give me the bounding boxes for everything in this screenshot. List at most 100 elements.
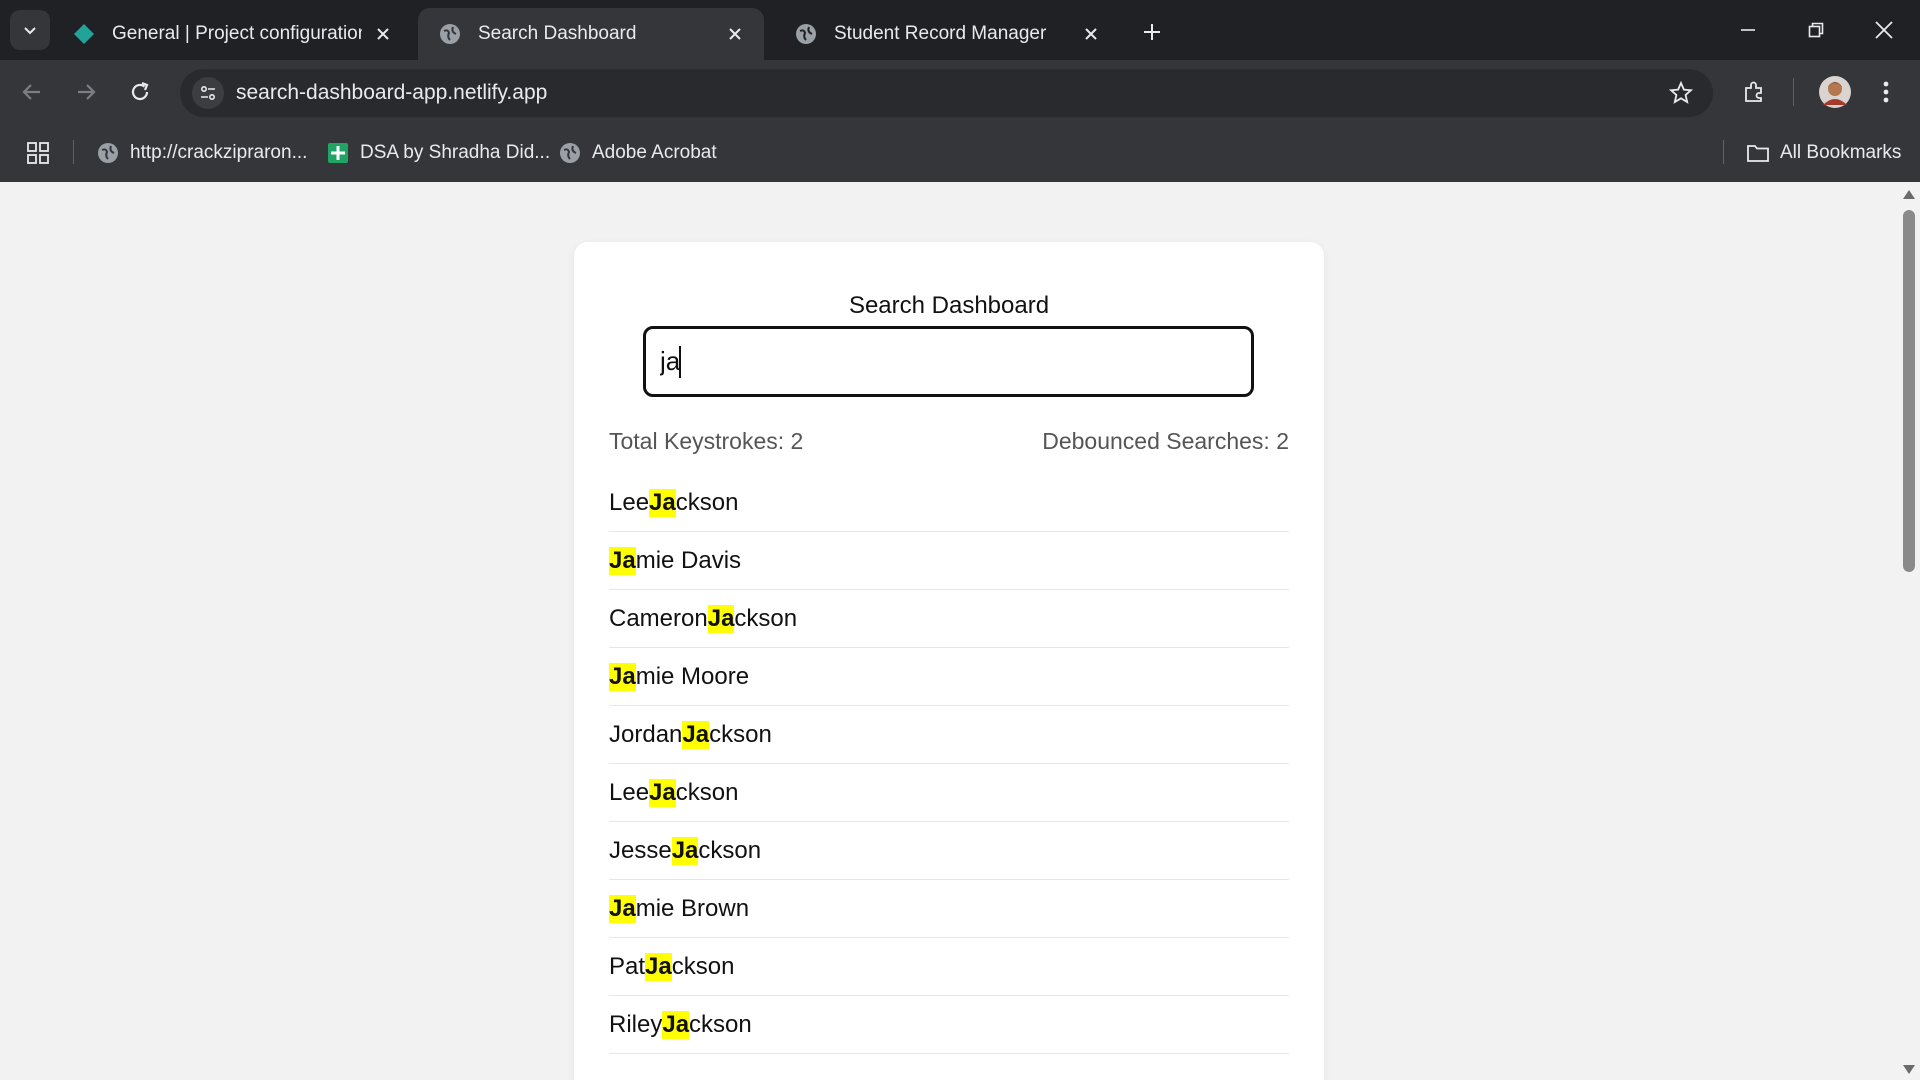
avatar-icon xyxy=(1819,76,1851,108)
bookmarks-divider xyxy=(73,140,74,164)
result-highlight: Ja xyxy=(662,1010,690,1039)
list-item: Ja mie Moore xyxy=(609,648,1289,706)
tab-strip: General | Project configuration | Search… xyxy=(0,0,1920,60)
scrollbar-thumb[interactable] xyxy=(1903,210,1915,572)
bookmarks-divider xyxy=(1723,140,1724,164)
search-input[interactable] xyxy=(643,326,1254,397)
result-highlight: Ja xyxy=(609,546,636,575)
result-post: mie Brown xyxy=(635,894,750,922)
result-post: mie Davis xyxy=(635,546,742,574)
bookmark-crackzipraron[interactable]: http://crackzipraron... xyxy=(96,138,307,168)
page-viewport: Search Dashboard Total Keystrokes: 2 Deb… xyxy=(0,182,1898,1080)
result-pre: Jordan xyxy=(609,720,683,748)
scroll-up-arrow-icon[interactable] xyxy=(1903,190,1915,199)
site-info-icon[interactable] xyxy=(192,77,224,109)
result-highlight: Ja xyxy=(682,720,710,749)
result-highlight: Ja xyxy=(649,488,676,517)
bookmarks-bar: http://crackzipraron... DSA by Shradha D… xyxy=(0,124,1920,182)
globe-icon xyxy=(558,141,582,165)
scroll-down-arrow-icon[interactable] xyxy=(1903,1065,1915,1074)
back-button[interactable] xyxy=(14,74,50,110)
new-tab-button[interactable] xyxy=(1136,16,1168,48)
browser-toolbar: search-dashboard-app.netlify.app xyxy=(0,60,1920,124)
all-bookmarks-label: All Bookmarks xyxy=(1780,142,1902,163)
arrow-right-icon xyxy=(78,84,96,100)
result-post: mie Moore xyxy=(635,662,750,690)
result-highlight: Ja xyxy=(609,662,636,691)
result-post: ckson xyxy=(671,952,735,980)
browser-chrome: General | Project configuration | Search… xyxy=(0,0,1920,182)
extensions-button[interactable] xyxy=(1736,74,1772,110)
globe-icon xyxy=(794,22,818,46)
url-text: search-dashboard-app.netlify.app xyxy=(236,81,548,104)
list-item: Lee Ja ckson xyxy=(609,764,1289,822)
list-item: Ja mie Davis xyxy=(609,532,1289,590)
page-title: Search Dashboard xyxy=(848,292,1050,319)
green-plus-icon xyxy=(326,141,350,165)
result-post: ckson xyxy=(675,778,739,806)
tab-general-project-configuration[interactable]: General | Project configuration | xyxy=(52,8,412,60)
all-bookmarks-button[interactable]: All Bookmarks xyxy=(1746,138,1901,168)
close-icon xyxy=(1875,21,1893,39)
profile-avatar[interactable] xyxy=(1815,72,1855,112)
tab-title: Student Record Manager xyxy=(834,23,1047,44)
keystrokes-counter: Total Keystrokes: 2 xyxy=(609,428,804,454)
result-pre: Lee xyxy=(609,778,650,806)
tab-search-dashboard[interactable]: Search Dashboard xyxy=(418,8,764,60)
plus-icon xyxy=(1144,24,1160,40)
address-bar[interactable]: search-dashboard-app.netlify.app xyxy=(180,69,1713,117)
browser-menu-button[interactable] xyxy=(1868,74,1904,110)
close-tab-icon[interactable] xyxy=(1078,21,1104,47)
globe-icon xyxy=(96,141,120,165)
diamond-icon xyxy=(72,22,96,46)
arrow-left-icon xyxy=(22,84,40,100)
bookmark-label: http://crackzipraron... xyxy=(130,142,308,163)
toolbar-divider xyxy=(1793,78,1794,106)
list-item: Pat Ja ckson xyxy=(609,938,1289,996)
globe-icon xyxy=(438,22,462,46)
puzzle-icon xyxy=(1745,81,1762,102)
result-pre: Pat xyxy=(609,952,646,980)
apps-button[interactable] xyxy=(26,138,50,168)
close-window-button[interactable] xyxy=(1854,8,1914,52)
folder-icon xyxy=(1746,141,1770,165)
close-tab-icon[interactable] xyxy=(370,21,396,47)
list-item: Cameron Ja ckson xyxy=(609,590,1289,648)
list-item: Jordan Ja ckson xyxy=(609,706,1289,764)
bookmark-dsa-by-shradha[interactable]: DSA by Shradha Did... xyxy=(326,138,550,168)
restore-icon xyxy=(1808,22,1824,38)
tab-search-button[interactable] xyxy=(10,10,50,50)
results-list: Lee Ja ckson Ja mie Davis Cameron Ja ckson … xyxy=(609,474,1289,1054)
tab-student-record-manager[interactable]: Student Record Manager xyxy=(774,8,1120,60)
result-highlight: Ja xyxy=(649,778,676,807)
bookmark-adobe-acrobat[interactable]: Adobe Acrobat xyxy=(558,138,717,168)
result-post: ckson xyxy=(689,1010,752,1038)
text-caret xyxy=(679,346,681,378)
result-post: ckson xyxy=(709,720,772,748)
result-pre: Lee xyxy=(609,488,650,516)
result-highlight: Ja xyxy=(671,836,699,865)
list-item: Riley Ja ckson xyxy=(609,996,1289,1054)
list-item: Jesse Ja ckson xyxy=(609,822,1289,880)
apps-grid-icon xyxy=(27,142,49,164)
minimize-icon xyxy=(1741,29,1755,31)
minimize-button[interactable] xyxy=(1718,8,1778,52)
reload-button[interactable] xyxy=(122,74,158,110)
result-pre: Riley xyxy=(609,1010,663,1038)
bookmark-star-icon[interactable] xyxy=(1667,79,1695,107)
bookmark-label: DSA by Shradha Did... xyxy=(360,142,551,163)
page-scrollbar[interactable] xyxy=(1898,182,1920,1080)
restore-button[interactable] xyxy=(1786,8,1846,52)
list-item: Lee Ja ckson xyxy=(609,474,1289,532)
result-highlight: Ja xyxy=(609,894,636,923)
reload-icon xyxy=(131,81,149,101)
result-highlight: Ja xyxy=(645,952,672,981)
result-post: ckson xyxy=(698,836,762,864)
list-item: Ja mie Brown xyxy=(609,880,1289,938)
result-post: ckson xyxy=(734,604,798,632)
bookmark-label: Adobe Acrobat xyxy=(592,142,717,163)
forward-button[interactable] xyxy=(68,74,104,110)
result-pre: Jesse xyxy=(609,836,672,864)
close-tab-icon[interactable] xyxy=(722,21,748,47)
search-dashboard-card: Search Dashboard Total Keystrokes: 2 Deb… xyxy=(574,242,1324,1080)
